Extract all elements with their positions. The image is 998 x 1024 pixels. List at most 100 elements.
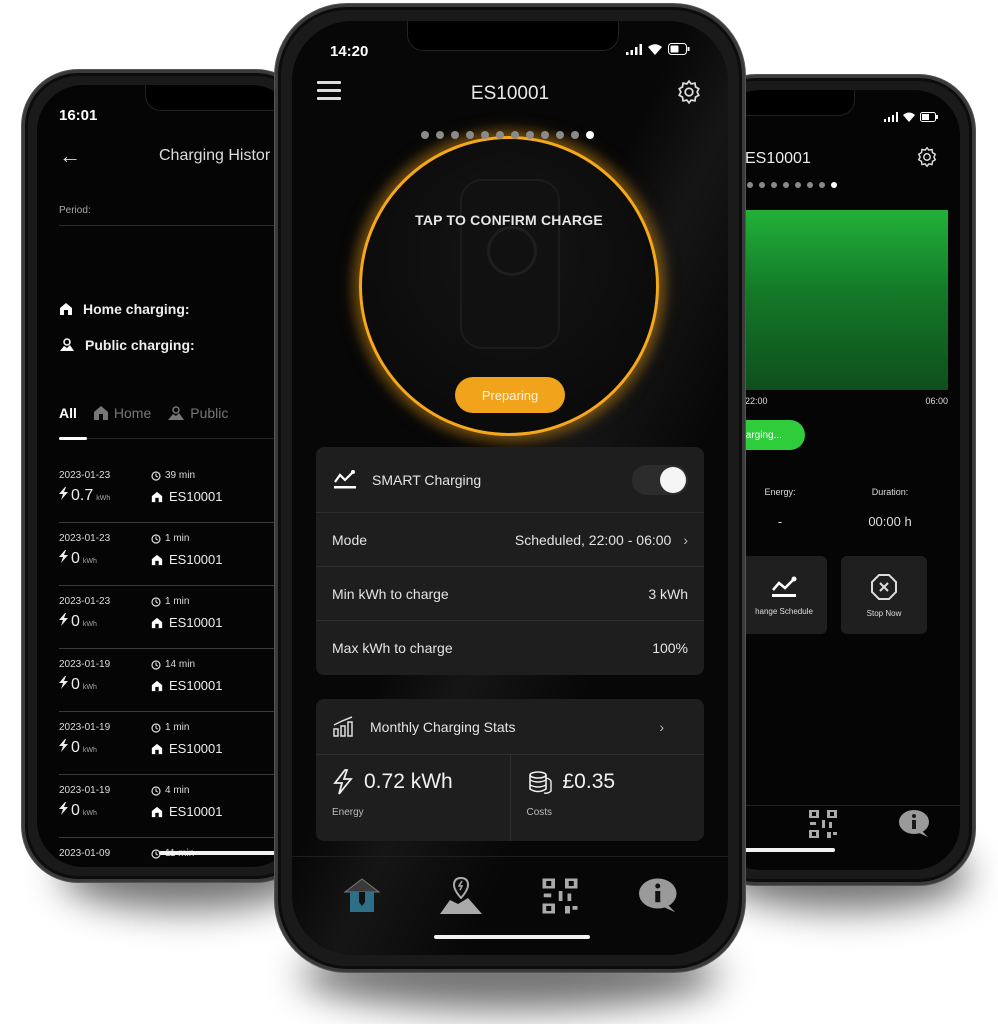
history-item[interactable]: 2023-01-19 1 min 0 kWh ES10001 — [59, 712, 297, 775]
tab-home[interactable]: Home — [93, 405, 151, 421]
page-dot[interactable] — [451, 131, 459, 139]
nav-home-charger[interactable] — [337, 871, 387, 921]
history-item[interactable]: 2023-01-23 1 min 0 kWh ES10001 — [59, 586, 297, 649]
stats-grid: 0.72 kWh Energy £0.35 Costs — [316, 755, 704, 841]
page-dot[interactable] — [436, 131, 444, 139]
history-energy: 0kWh — [59, 865, 97, 867]
change-schedule-button[interactable]: hange Schedule — [741, 556, 827, 634]
history-duration: 1 min — [151, 596, 189, 607]
home-icon — [151, 680, 163, 691]
page-dot[interactable] — [466, 131, 474, 139]
history-date: 2023-01-19 — [59, 722, 111, 733]
timer-icon — [151, 596, 161, 607]
history-duration-value: 14 min — [165, 659, 196, 670]
history-duration: 4 min — [151, 785, 189, 796]
smart-charging-card: SMART Charging Mode Scheduled, 22:00 - 0… — [316, 447, 704, 675]
lightning-icon — [59, 550, 68, 563]
page-dot-active[interactable] — [586, 131, 594, 139]
home-icon — [151, 617, 163, 628]
history-item[interactable]: 2023-01-23 39 min 0.7 kWh ES10001 — [59, 460, 297, 523]
page-dot[interactable] — [481, 131, 489, 139]
history-site: ES10001 — [151, 678, 223, 693]
gear-icon[interactable] — [916, 146, 938, 168]
home-charger-icon — [343, 878, 380, 912]
tap-hand-icon — [487, 226, 537, 276]
min-kwh-row[interactable]: Min kWh to charge 3 kWh — [316, 567, 704, 621]
page-dot[interactable] — [807, 182, 813, 188]
history-duration: 1 min — [151, 533, 189, 544]
history-date: 2023-01-23 — [59, 533, 111, 544]
smart-charging-icon — [334, 469, 356, 488]
home-icon — [151, 743, 163, 754]
timer-icon — [151, 659, 161, 670]
page-dot[interactable] — [421, 131, 429, 139]
max-kwh-label: Max kWh to charge — [332, 640, 453, 656]
page-dot[interactable] — [783, 182, 789, 188]
smart-charging-toggle[interactable] — [632, 464, 688, 495]
page-dot[interactable] — [819, 182, 825, 188]
signal-icon — [884, 112, 898, 122]
page-dot[interactable] — [747, 182, 753, 188]
monthly-stats-row[interactable]: Monthly Charging Stats › — [316, 699, 704, 755]
chevron-right-icon: › — [659, 718, 664, 735]
nav-map[interactable] — [436, 871, 486, 921]
history-site-value: ES10001 — [169, 552, 223, 567]
tap-prompt: TAP TO CONFIRM CHARGE — [415, 212, 603, 228]
page-dot-active[interactable] — [831, 182, 837, 188]
history-energy-value: 0 — [71, 865, 80, 867]
wifi-icon — [648, 43, 662, 55]
home-icon — [151, 491, 163, 502]
nav-qr-scan[interactable] — [535, 871, 585, 921]
home-indicator — [735, 848, 835, 852]
page-dot[interactable] — [526, 131, 534, 139]
history-site-value: ES10001 — [169, 804, 223, 819]
schedule-chart — [725, 210, 948, 390]
cost-stat: £0.35 Costs — [509, 755, 705, 841]
history-item[interactable]: 2023-01-19 14 min 0 kWh ES10001 — [59, 649, 297, 712]
info-bubble-icon[interactable] — [897, 808, 933, 840]
max-kwh-row[interactable]: Max kWh to charge 100% — [316, 621, 704, 675]
stop-icon — [871, 573, 897, 600]
arrow-left-icon[interactable]: ← — [59, 143, 81, 169]
page-indicator — [735, 182, 837, 188]
bottom-nav-divider — [292, 856, 728, 857]
history-list: 2023-01-23 39 min 0.7 kWh ES10001 2023-01-23 1… — [59, 460, 297, 867]
history-date: 2023-01-19 — [59, 785, 111, 796]
stop-now-button[interactable]: Stop Now — [841, 556, 927, 634]
tab-all[interactable]: All — [59, 405, 77, 421]
history-site-value: ES10001 — [169, 741, 223, 756]
gear-icon[interactable] — [676, 79, 702, 105]
page-dot[interactable] — [541, 131, 549, 139]
history-date: 2023-01-09 — [59, 848, 111, 859]
page-dot[interactable] — [496, 131, 504, 139]
page-dot[interactable] — [795, 182, 801, 188]
history-site: ES10001 — [151, 552, 223, 567]
history-site: ES10001 — [151, 489, 223, 504]
smart-charging-label: SMART Charging — [372, 471, 482, 488]
min-kwh-value: 3 kWh — [648, 585, 688, 602]
tab-public[interactable]: Public — [167, 405, 228, 421]
page-dot[interactable] — [511, 131, 519, 139]
history-duration: 39 min — [151, 470, 195, 481]
history-item[interactable]: 2023-01-19 4 min 0 kWh ES10001 — [59, 775, 297, 838]
page-dot[interactable] — [556, 131, 564, 139]
history-energy-value: 0 — [71, 613, 80, 630]
history-energy-unit: kWh — [82, 621, 97, 628]
history-energy: 0kWh — [59, 550, 97, 568]
page-dot[interactable] — [759, 182, 765, 188]
mode-row[interactable]: Mode Scheduled, 22:00 - 06:00 › — [316, 513, 704, 567]
energy-value: - — [777, 514, 783, 529]
page-dot[interactable] — [571, 131, 579, 139]
chevron-right-icon: › — [683, 531, 688, 548]
lightning-icon — [333, 769, 353, 795]
history-energy-unit: kWh — [82, 810, 97, 817]
nav-info[interactable] — [634, 871, 684, 921]
history-site: ES10001 — [151, 804, 223, 819]
qr-code-icon — [542, 878, 577, 914]
history-item[interactable]: 2023-01-23 1 min 0 kWh ES10001 — [59, 523, 297, 586]
qr-code-icon[interactable] — [807, 808, 839, 840]
status-bar-icons — [626, 43, 690, 55]
smart-charging-row: SMART Charging — [316, 447, 704, 513]
page-dot[interactable] — [771, 182, 777, 188]
lightning-icon — [59, 739, 68, 752]
